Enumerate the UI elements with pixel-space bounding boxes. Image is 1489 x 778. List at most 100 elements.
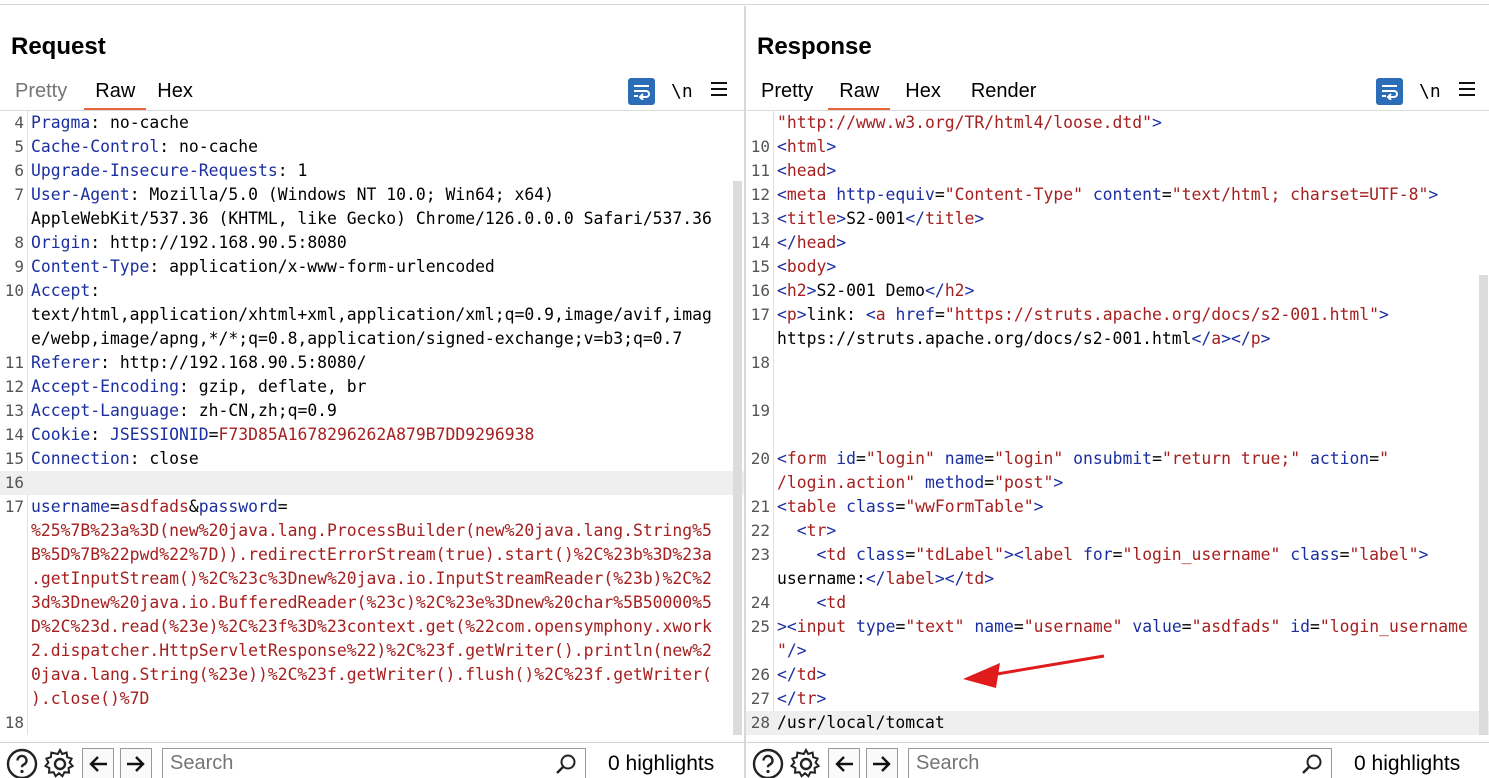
response-line-text: <table class="wwFormTable"> — [777, 497, 1044, 516]
request-line-text: Accept: — [31, 281, 101, 300]
response-code-line: 19 — [746, 399, 1489, 423]
response-line-text: <p>link: <a href="https://struts.apache.… — [777, 305, 1389, 324]
request-code-line: 4 Pragma: no-cache — [0, 111, 744, 135]
response-line-text: <tr> — [796, 521, 837, 540]
response-line-number: 21 — [750, 497, 770, 516]
request-next-button[interactable] — [120, 747, 152, 778]
request-line-number: 6 — [14, 161, 24, 180]
response-code-line: 12 <meta http-equiv="Content-Type" conten… — [746, 183, 1489, 207]
request-code-line: 6 Upgrade-Insecure-Requests: 1 — [0, 159, 744, 183]
request-editor[interactable]: 4 Pragma: no-cache 5 Cache-Control: no-cach… — [0, 110, 744, 735]
request-menu-button[interactable] — [710, 82, 727, 101]
response-search-box — [908, 747, 1332, 778]
hamburger-menu-icon — [1458, 82, 1475, 96]
response-scrollbar[interactable] — [1479, 275, 1488, 735]
response-line-text: "/> — [777, 641, 807, 660]
hamburger-menu-icon — [710, 82, 727, 96]
response-line-text: <h2>S2-001 Demo</h2> — [777, 281, 975, 300]
response-line-text: /login.action" method="post"> — [777, 473, 1064, 492]
gear-icon — [44, 747, 75, 778]
response-line-number — [746, 567, 774, 591]
response-code-line: 17 <p>link: <a href="https://struts.apach… — [746, 303, 1489, 327]
request-code-line: 3d%3Dnew%20java.io.BufferedReader(%23c)%… — [0, 591, 744, 615]
response-menu-button[interactable] — [1458, 82, 1475, 101]
response-line-number: 15 — [750, 257, 770, 276]
request-code-line: ).close()%7D — [0, 687, 744, 711]
response-tab-hex[interactable]: Hex — [894, 74, 952, 110]
response-code-line — [746, 423, 1489, 447]
request-code-lines: 4 Pragma: no-cache 5 Cache-Control: no-cach… — [0, 111, 744, 735]
request-line-number — [0, 639, 28, 663]
response-previous-button[interactable] — [828, 747, 860, 778]
response-code-line: 26 </td> — [746, 663, 1489, 687]
request-line-text: .getInputStream()%2C%23c%3Dnew%20java.io… — [31, 569, 712, 588]
response-line-number: 10 — [750, 137, 770, 156]
request-line-text: D%2C%23d.read(%23e)%2C%23f%3D%23context.… — [31, 617, 712, 636]
response-editor[interactable]: "http://www.w3.org/TR/html4/loose.dtd"> 1… — [746, 110, 1489, 735]
response-show-newlines-button[interactable]: \n — [1419, 81, 1441, 102]
response-line-text — [774, 399, 777, 423]
response-line-text: <meta http-equiv="Content-Type" content=… — [777, 185, 1439, 204]
request-line-number: 14 — [4, 425, 24, 444]
response-word-wrap-button[interactable] — [1376, 78, 1403, 105]
request-line-text: Accept-Language: zh-CN,zh;q=0.9 — [31, 401, 337, 420]
request-code-line: 16 — [0, 471, 744, 495]
response-tab-pretty[interactable]: Pretty — [750, 74, 824, 110]
response-line-number — [746, 471, 774, 495]
response-line-number — [746, 423, 774, 447]
request-line-text: Accept-Encoding: gzip, deflate, br — [31, 377, 367, 396]
request-highlights-count: 0 highlights — [608, 751, 715, 775]
response-line-number: 20 — [750, 449, 770, 468]
request-word-wrap-button[interactable] — [628, 78, 655, 105]
response-line-number: 22 — [750, 521, 770, 540]
request-line-text — [28, 471, 31, 495]
response-code-line: 24 <td — [746, 591, 1489, 615]
request-line-number: 17 — [4, 497, 24, 516]
request-settings-button[interactable] — [44, 747, 76, 778]
response-line-text: /usr/local/tomcat — [777, 713, 945, 732]
request-line-text: AppleWebKit/537.36 (KHTML, like Gecko) C… — [31, 209, 712, 228]
request-line-number — [0, 303, 28, 327]
response-search-input[interactable] — [909, 748, 1331, 778]
request-tab-raw[interactable]: Raw — [84, 74, 147, 110]
request-line-text: Connection: close — [31, 449, 199, 468]
request-code-line: 10 Accept: — [0, 279, 744, 303]
request-line-text: 2.dispatcher.HttpServletResponse%22)%2C%… — [31, 641, 712, 660]
request-line-number: 4 — [14, 113, 24, 132]
arrow-right-icon — [127, 755, 145, 772]
request-previous-button[interactable] — [82, 747, 114, 778]
request-line-number: 10 — [4, 281, 24, 300]
request-line-number — [0, 207, 28, 231]
request-line-text: e/webp,image/apng,*/*;q=0.8,application/… — [31, 329, 683, 348]
response-next-button[interactable] — [866, 747, 898, 778]
request-code-line: 8 Origin: http://192.168.90.5:8080 — [0, 231, 744, 255]
request-tab-hex[interactable]: Hex — [146, 74, 204, 110]
response-line-text: <body> — [777, 257, 837, 276]
help-icon — [6, 748, 38, 778]
help-icon — [752, 748, 784, 778]
request-scrollbar[interactable] — [733, 181, 742, 735]
request-search-input[interactable] — [163, 748, 585, 778]
request-code-line: 0java.lang.String(%23e))%2C%23f.getWrite… — [0, 663, 744, 687]
request-line-number: 11 — [4, 353, 24, 372]
response-help-button[interactable] — [752, 748, 784, 778]
request-show-newlines-button[interactable]: \n — [671, 81, 693, 102]
request-tab-pretty[interactable]: Pretty — [4, 74, 78, 110]
response-line-text — [774, 423, 777, 447]
response-line-text: <form id="login" name="login" onsubmit="… — [777, 449, 1389, 468]
response-tab-raw[interactable]: Raw — [828, 74, 891, 110]
response-line-text — [774, 375, 777, 399]
response-code-line: 23 <td class="tdLabel"><label for="login… — [746, 543, 1489, 567]
request-code-line: 5 Cache-Control: no-cache — [0, 135, 744, 159]
request-search-box — [162, 747, 586, 778]
request-line-text: text/html,application/xhtml+xml,applicat… — [31, 305, 712, 324]
request-help-button[interactable] — [6, 748, 38, 778]
response-line-text: <title>S2-001</title> — [777, 209, 985, 228]
response-line-number: 24 — [750, 593, 770, 612]
response-tab-render[interactable]: Render — [960, 74, 1048, 110]
response-code-line — [746, 375, 1489, 399]
response-highlights-count: 0 highlights — [1354, 751, 1461, 775]
request-line-number — [0, 591, 28, 615]
response-settings-button[interactable] — [790, 747, 822, 778]
request-line-number — [0, 327, 28, 351]
